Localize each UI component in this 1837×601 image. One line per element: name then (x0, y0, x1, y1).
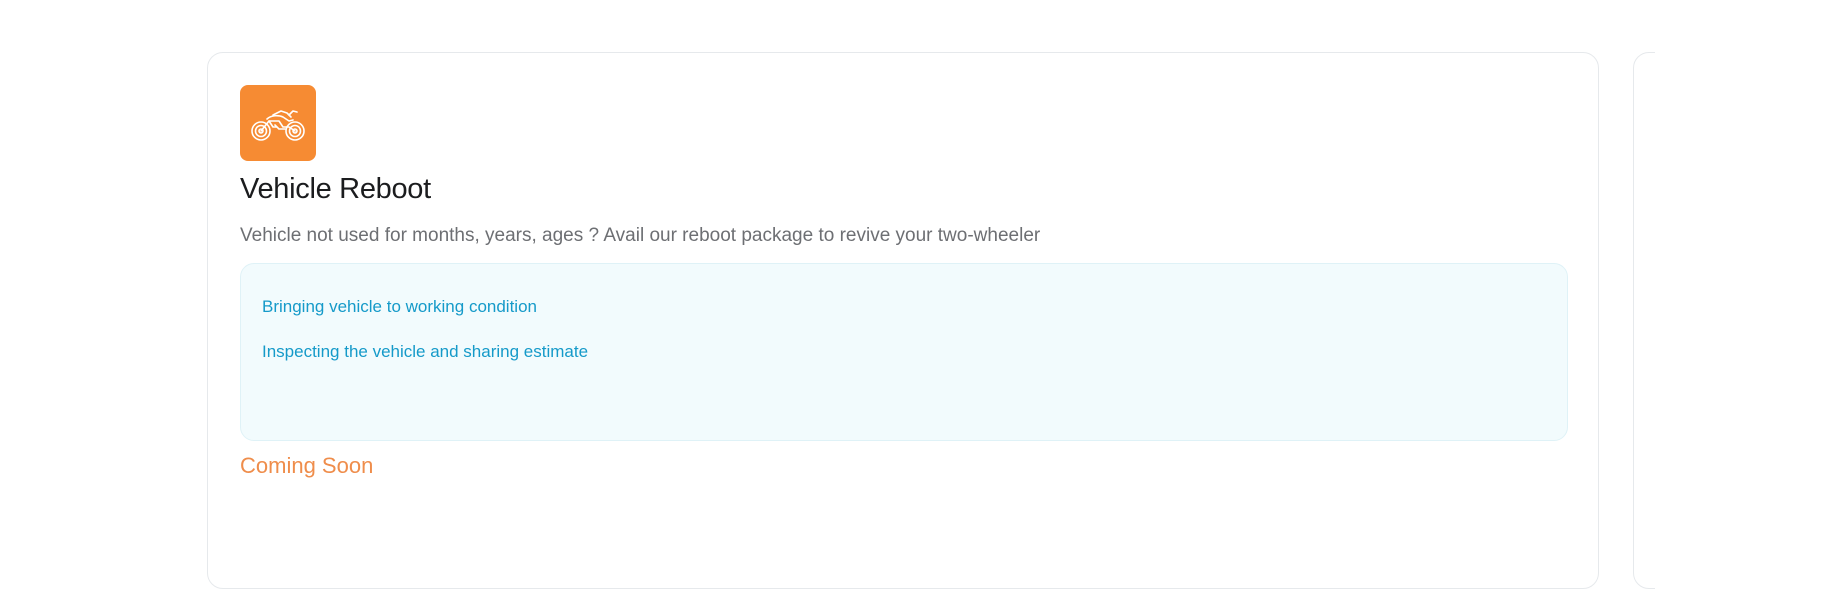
feature-item: Bringing vehicle to working condition (262, 297, 537, 316)
page-viewport: Vehicle Reboot Vehicle not used for mont… (0, 0, 1837, 601)
feature-item: Inspecting the vehicle and sharing estim… (262, 342, 589, 361)
service-title: Vehicle Reboot (240, 173, 431, 205)
service-description: Vehicle not used for months, years, ages… (240, 225, 1041, 246)
feature-list: Bringing vehicle to working condition In… (240, 263, 1568, 441)
status-label: Coming Soon (240, 453, 374, 478)
service-card-vehicle-reboot[interactable]: Vehicle Reboot Vehicle not used for mont… (207, 52, 1599, 589)
carousel-clip-area (1655, 0, 1837, 601)
service-icon-tile (240, 85, 316, 161)
motorcycle-icon (251, 110, 305, 141)
